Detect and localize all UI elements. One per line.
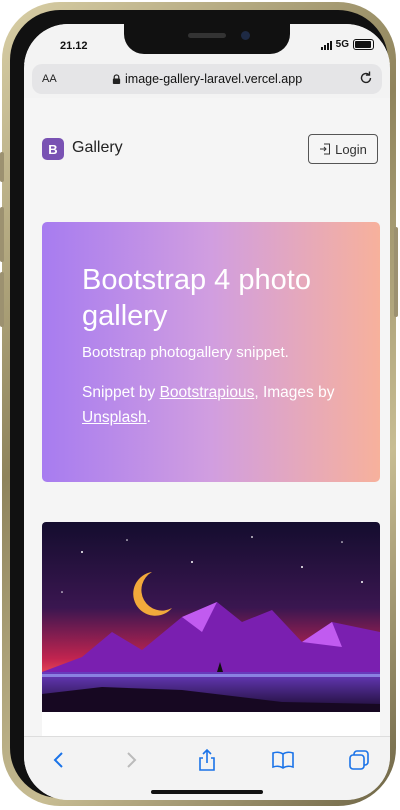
tabs-button[interactable]	[344, 747, 374, 773]
hero-lead: Bootstrap photogallery snippet.	[82, 344, 289, 361]
side-button	[0, 152, 4, 182]
side-button	[0, 207, 4, 262]
hero-jumbotron: Bootstrap 4 photo gallery Bootstrap phot…	[42, 222, 380, 482]
status-time: 21.12	[60, 40, 88, 52]
address-bar[interactable]: AA image-gallery-laravel.vercel.app	[32, 64, 382, 94]
reload-icon[interactable]	[358, 70, 374, 86]
battery-icon	[353, 39, 374, 50]
back-icon	[53, 752, 63, 768]
gallery-card[interactable]: wallpaperflare	[42, 522, 380, 752]
side-button	[0, 272, 4, 327]
hero-title: Bootstrap 4 photo gallery	[82, 264, 311, 332]
notch	[124, 24, 290, 54]
signal-icon	[320, 40, 332, 50]
credit-middle: , Images by	[254, 384, 335, 401]
url-text: image-gallery-laravel.vercel.app	[125, 72, 303, 86]
front-camera	[241, 31, 250, 40]
home-indicator[interactable]	[151, 790, 263, 794]
brand-logo[interactable]: B	[42, 138, 64, 160]
url-display[interactable]: image-gallery-laravel.vercel.app	[112, 72, 302, 86]
bootstrapious-link[interactable]: Bootstrapious	[160, 384, 255, 401]
text-size-button[interactable]: AA	[42, 73, 57, 85]
side-button	[394, 227, 398, 317]
network-label: 5G	[335, 39, 349, 50]
bezel: 21.12 5G AA image-gallery-laravel.vercel…	[10, 10, 390, 800]
credit-prefix: Snippet by	[82, 384, 160, 401]
login-icon	[320, 143, 331, 155]
brand-name[interactable]: Gallery	[72, 139, 123, 157]
unsplash-link[interactable]: Unsplash	[82, 409, 147, 426]
login-button[interactable]: Login	[308, 134, 378, 164]
navbar: B Gallery Login	[42, 132, 382, 166]
phone-frame: 21.12 5G AA image-gallery-laravel.vercel…	[0, 2, 398, 806]
forward-button[interactable]	[116, 747, 146, 773]
screen: 21.12 5G AA image-gallery-laravel.vercel…	[24, 24, 390, 800]
credit-suffix: .	[146, 409, 151, 426]
login-label: Login	[335, 141, 367, 157]
back-button[interactable]	[44, 747, 74, 773]
web-page: B Gallery Login Bootstrap 4 photo galler…	[24, 98, 390, 752]
tabs-icon	[349, 750, 369, 770]
forward-icon	[127, 752, 137, 768]
bookmarks-icon	[272, 751, 294, 769]
share-button[interactable]	[192, 747, 222, 773]
status-indicators: 5G	[320, 39, 374, 50]
share-icon	[199, 748, 215, 771]
bookmarks-button[interactable]	[268, 747, 298, 773]
lock-icon	[112, 74, 121, 84]
hero-credit: Snippet by Bootstrapious, Images by Unsp…	[82, 380, 362, 430]
gallery-image[interactable]	[42, 522, 380, 712]
speaker	[188, 33, 226, 38]
